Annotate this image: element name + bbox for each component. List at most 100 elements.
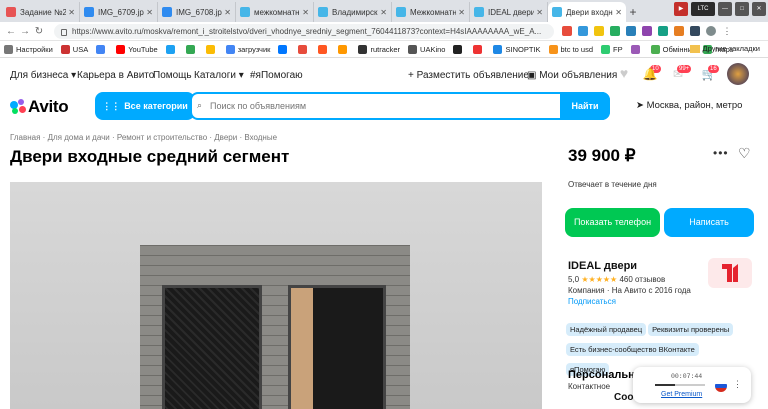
menu-dots-icon[interactable]: ⋮ [722,26,732,36]
close-tab-icon[interactable]: ✕ [224,8,231,17]
close-tab-icon[interactable]: ✕ [68,8,75,17]
write-message-button[interactable]: Написать [664,208,754,237]
browser-tab[interactable]: Задание №29 ✕ [2,2,80,22]
seller-badge[interactable]: Надёжный продавец [566,323,647,336]
seller-badge[interactable]: Реквизиты проверены [648,323,734,336]
extension-icon[interactable] [658,26,668,36]
bookmark-item[interactable] [473,44,485,54]
forward-icon[interactable]: → [18,26,32,37]
bookmark-item[interactable] [298,44,310,54]
puzzle-icon[interactable] [690,26,700,36]
more-dots-icon[interactable]: ••• [713,146,729,160]
close-tab-icon[interactable]: ✕ [146,8,153,17]
extension-icon[interactable] [674,26,684,36]
bookmark-item[interactable]: btc to usd [548,44,593,54]
extension-icon[interactable] [578,26,588,36]
extension-icon[interactable] [562,26,572,36]
bookmark-item[interactable] [278,44,290,54]
bookmark-item[interactable] [630,44,643,54]
avatar[interactable] [727,63,749,85]
bell-icon[interactable]: 🔔 [643,67,658,81]
help-link[interactable]: Помощь [153,70,192,81]
browser-tab[interactable]: Двери входные✕ [548,2,626,22]
bookmark-label: YouTube [128,44,158,54]
close-tab-icon[interactable]: ✕ [458,8,465,17]
browser-tab[interactable]: межкомнатные✕ [236,2,314,22]
avito-logo[interactable]: Avito [10,97,69,117]
post-ad-link[interactable]: + Разместить объявление [408,70,529,81]
bookmark-item[interactable]: Настройки [4,44,53,54]
listing-photo[interactable] [10,182,542,409]
window-close-icon[interactable]: ✕ [752,2,766,16]
browser-tab[interactable]: IMG_6708.jpg ✕ [158,2,236,22]
career-link[interactable]: Карьера в Авито [77,70,154,81]
bookmark-item[interactable] [185,44,198,54]
extension-icon[interactable] [610,26,620,36]
app-icon[interactable]: ▶ [674,2,688,16]
bookmark-item[interactable]: USA [60,44,88,54]
avito-icon [240,7,250,17]
browser-tab[interactable]: IDEAL двери ✕ [470,2,548,22]
bookmark-item[interactable]: UAKino [408,44,445,54]
more-dots-icon[interactable]: ⋮ [733,379,742,390]
catalogs-link[interactable]: Каталоги ▾ [194,70,244,81]
tab-label: IDEAL двери [488,7,535,17]
bookmark-item[interactable] [205,44,218,54]
breadcrumb-link[interactable]: Для дома и дачи [48,133,110,142]
get-premium-link[interactable]: Get Premium [661,391,702,398]
bookmark-item[interactable]: YouTube [116,44,158,54]
browser-tab[interactable]: Межкомнатные✕ [392,2,470,22]
close-tab-icon[interactable]: ✕ [302,8,309,17]
breadcrumb-link[interactable]: Входные [244,133,277,142]
browser-tab[interactable]: IMG_6709.jpg ✕ [80,2,158,22]
all-categories-button[interactable]: ⋮⋮ Все категории [95,92,195,120]
bookmark-item[interactable] [338,44,350,54]
window-maximize-icon[interactable]: □ [735,2,749,16]
seller-badge[interactable]: Есть бизнес-сообщество ВКонтакте [566,343,699,356]
new-tab-icon[interactable]: + [626,2,640,22]
close-tab-icon[interactable]: ✕ [536,8,543,17]
bookmark-item[interactable] [96,44,108,54]
favorites-heart-icon[interactable]: ♥ [616,65,632,81]
extension-icon[interactable] [626,26,636,36]
window-minimize-icon[interactable]: — [718,2,732,16]
my-ads-link[interactable]: ▣ Мои объявления [527,70,617,81]
extension-icon[interactable] [642,26,652,36]
bookmark-item[interactable] [165,44,178,54]
close-tab-icon[interactable]: ✕ [380,8,387,17]
bookmark-item[interactable] [453,44,465,54]
breadcrumb-link[interactable]: Главная [10,133,40,142]
sp-icon [6,7,16,17]
close-tab-icon[interactable]: ✕ [615,8,622,17]
url-field[interactable]: https://www.avito.ru/moskva/remont_i_str… [54,23,554,39]
bookmark-item[interactable] [318,44,330,54]
help-tag-link[interactable]: #яПомогаю [250,70,303,81]
profile-icon[interactable] [706,26,716,36]
star-icon[interactable] [594,26,604,36]
back-icon[interactable]: ← [4,26,18,37]
bookmark-item[interactable]: rutracker [358,44,400,54]
search-button[interactable]: Найти [560,92,610,120]
location-selector[interactable]: ➤ Москва, район, метро [636,100,742,111]
ltc-ticker-icon[interactable]: LTC [691,2,715,16]
breadcrumb-link[interactable]: Ремонт и строительство [117,133,207,142]
reviews-link[interactable]: 460 отзывов [619,275,665,284]
other-bookmarks[interactable]: Другие закладки [689,44,760,53]
reload-icon[interactable]: ↻ [32,26,46,37]
bookmark-item[interactable]: загрузчик [225,44,270,54]
brick-wall-image [140,245,410,409]
seller-logo[interactable] [708,258,752,288]
business-link[interactable]: Для бизнеса ▾ [10,70,76,81]
show-phone-button[interactable]: Показать телефон [565,208,660,237]
ads-icon: ▣ [527,70,537,81]
russia-flag-icon[interactable] [715,380,727,392]
search-input[interactable] [210,101,540,111]
breadcrumb-link[interactable]: Двери [214,133,237,142]
bookmark-item[interactable]: SINOPTIK [493,44,541,54]
avito-icon [474,7,484,17]
favorite-heart-icon[interactable]: ♡ [738,145,751,162]
bookmark-item[interactable]: FP [601,44,623,54]
subscribe-link[interactable]: Подписаться [568,297,758,306]
browser-tab[interactable]: Владимирские✕ [314,2,392,22]
bookmark-item[interactable]: Обмінник [650,44,695,54]
